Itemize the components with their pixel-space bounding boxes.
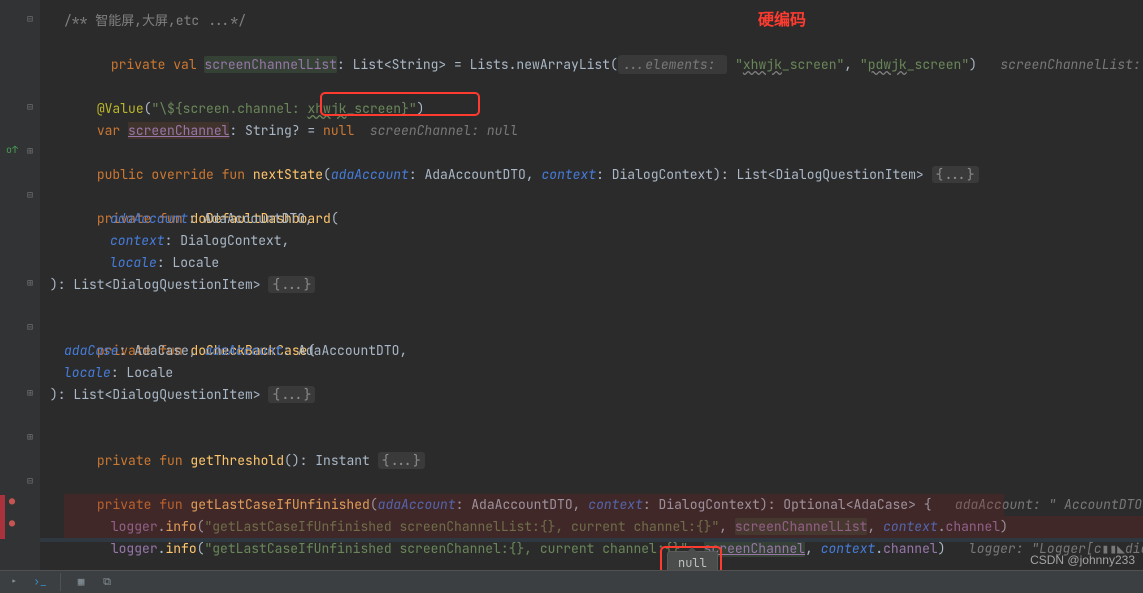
- code: .: [875, 540, 883, 557]
- string: "getLastCaseIfUnfinished screenChannel:{…: [204, 540, 688, 557]
- fold-region[interactable]: {...}: [378, 452, 425, 469]
- override-gutter-icon[interactable]: o↑: [3, 143, 21, 157]
- string: ": [735, 56, 743, 73]
- kw: public: [97, 166, 152, 183]
- kw: var: [97, 122, 128, 139]
- string: _screen": [907, 56, 969, 73]
- inlay-hint: screenChannel: null: [354, 122, 526, 139]
- terminal-icon[interactable]: ›_: [32, 574, 48, 590]
- run-icon[interactable]: ▸: [6, 574, 22, 590]
- param: context: [541, 166, 596, 183]
- fold-icon[interactable]: ⊞: [27, 144, 37, 154]
- identifier: context: [821, 540, 876, 557]
- string: xhwjk: [743, 56, 782, 73]
- kw: null: [323, 122, 354, 139]
- kw: private: [97, 452, 159, 469]
- fold-icon[interactable]: ⊟: [27, 474, 37, 484]
- fold-region[interactable]: {...}: [932, 166, 979, 183]
- code: ,: [305, 210, 313, 227]
- code: ): [938, 540, 946, 557]
- code: ,: [282, 232, 290, 249]
- code: : List<String> = Lists.newArrayList(: [337, 56, 618, 73]
- comment: /** 智能屏,大屏,etc ...*/: [64, 12, 246, 29]
- identifier: channel: [883, 540, 938, 557]
- param: adaAccount: [110, 210, 188, 227]
- watermark: CSDN @johnny233: [1030, 553, 1135, 567]
- code: : Locale: [111, 364, 173, 381]
- fold-region[interactable]: {...}: [268, 386, 315, 403]
- code: : AdaAccountDTO: [409, 166, 526, 183]
- code: (: [323, 166, 331, 183]
- code: ): List<DialogQuestionItem>: [50, 386, 268, 403]
- code: ): List<DialogQuestionItem>: [50, 276, 268, 293]
- string: ": [860, 56, 868, 73]
- kw: fun: [159, 452, 190, 469]
- identifier[interactable]: screenChannel: [128, 122, 229, 139]
- error-stripe: [0, 495, 5, 517]
- error-stripe: [0, 517, 5, 539]
- code: : Locale: [157, 254, 219, 271]
- code: ,: [399, 342, 407, 359]
- code: : String? =: [229, 122, 323, 139]
- breakpoint-icon[interactable]: ●: [3, 517, 21, 531]
- param: adaCase: [64, 342, 119, 359]
- code: (: [331, 210, 339, 227]
- editor-gutter: o↑ ● ● ⊟ ⊟ ⊞ ⊟ ⊞ ⊟ ⊞ ⊞ ⊟: [0, 0, 40, 570]
- fold-icon[interactable]: ⊟: [27, 188, 37, 198]
- identifier[interactable]: screenChannelList: [204, 56, 337, 73]
- breakpoint-icon[interactable]: ●: [3, 495, 21, 509]
- fold-icon[interactable]: ⊟: [27, 100, 37, 110]
- code: : AdaAccountDTO: [282, 342, 399, 359]
- code: ): [969, 56, 977, 73]
- kw: fun: [222, 166, 253, 183]
- method[interactable]: getThreshold: [190, 452, 284, 469]
- structure-icon[interactable]: ▦: [73, 574, 89, 590]
- kw: val: [173, 56, 204, 73]
- inlay-hint: ...elements:: [618, 55, 727, 74]
- fold-icon[interactable]: ⊞: [27, 276, 37, 286]
- fold-region[interactable]: {...}: [268, 276, 315, 293]
- code: : DialogContext: [165, 232, 282, 249]
- separator: [60, 573, 61, 591]
- param: adaAccount: [204, 342, 282, 359]
- code: : DialogContext): List<DialogQuestionIte…: [596, 166, 931, 183]
- param: context: [110, 232, 165, 249]
- fold-icon[interactable]: ⊞: [27, 386, 37, 396]
- inlay-hint: screenChannelList: size = 2: [977, 56, 1143, 73]
- identifier: logger: [111, 540, 158, 557]
- code-editor[interactable]: o↑ ● ● ⊟ ⊟ ⊞ ⊟ ⊞ ⊟ ⊞ ⊞ ⊟ /** 智能屏,大屏,etc …: [0, 0, 1143, 570]
- method[interactable]: nextState: [253, 166, 323, 183]
- status-bar[interactable]: ▸ ›_ ▦ ⧉: [0, 570, 1143, 593]
- string: pdwjk: [868, 56, 907, 73]
- code: : AdaAccountDTO: [188, 210, 305, 227]
- param: locale: [64, 364, 111, 381]
- fold-icon[interactable]: ⊟: [27, 12, 37, 22]
- param: adaAccount: [331, 166, 409, 183]
- kw: private: [111, 56, 173, 73]
- annotation-hardcode-label: 硬编码: [758, 6, 806, 30]
- string: _screen": [782, 56, 844, 73]
- fold-icon[interactable]: ⊞: [27, 430, 37, 440]
- code: : Instant: [300, 452, 378, 469]
- layout-icon[interactable]: ⧉: [99, 574, 115, 590]
- param: locale: [110, 254, 157, 271]
- code: ,: [844, 56, 860, 73]
- code: (): [284, 452, 300, 469]
- method: info: [165, 540, 196, 557]
- debug-tooltip: null: [667, 551, 718, 570]
- code: ,: [189, 342, 205, 359]
- annotation-box-1: [320, 92, 480, 116]
- kw: override: [151, 166, 221, 183]
- code: ,: [526, 166, 542, 183]
- code: : AdaCase: [119, 342, 189, 359]
- code: ,: [805, 540, 821, 557]
- fold-icon[interactable]: ⊟: [27, 320, 37, 330]
